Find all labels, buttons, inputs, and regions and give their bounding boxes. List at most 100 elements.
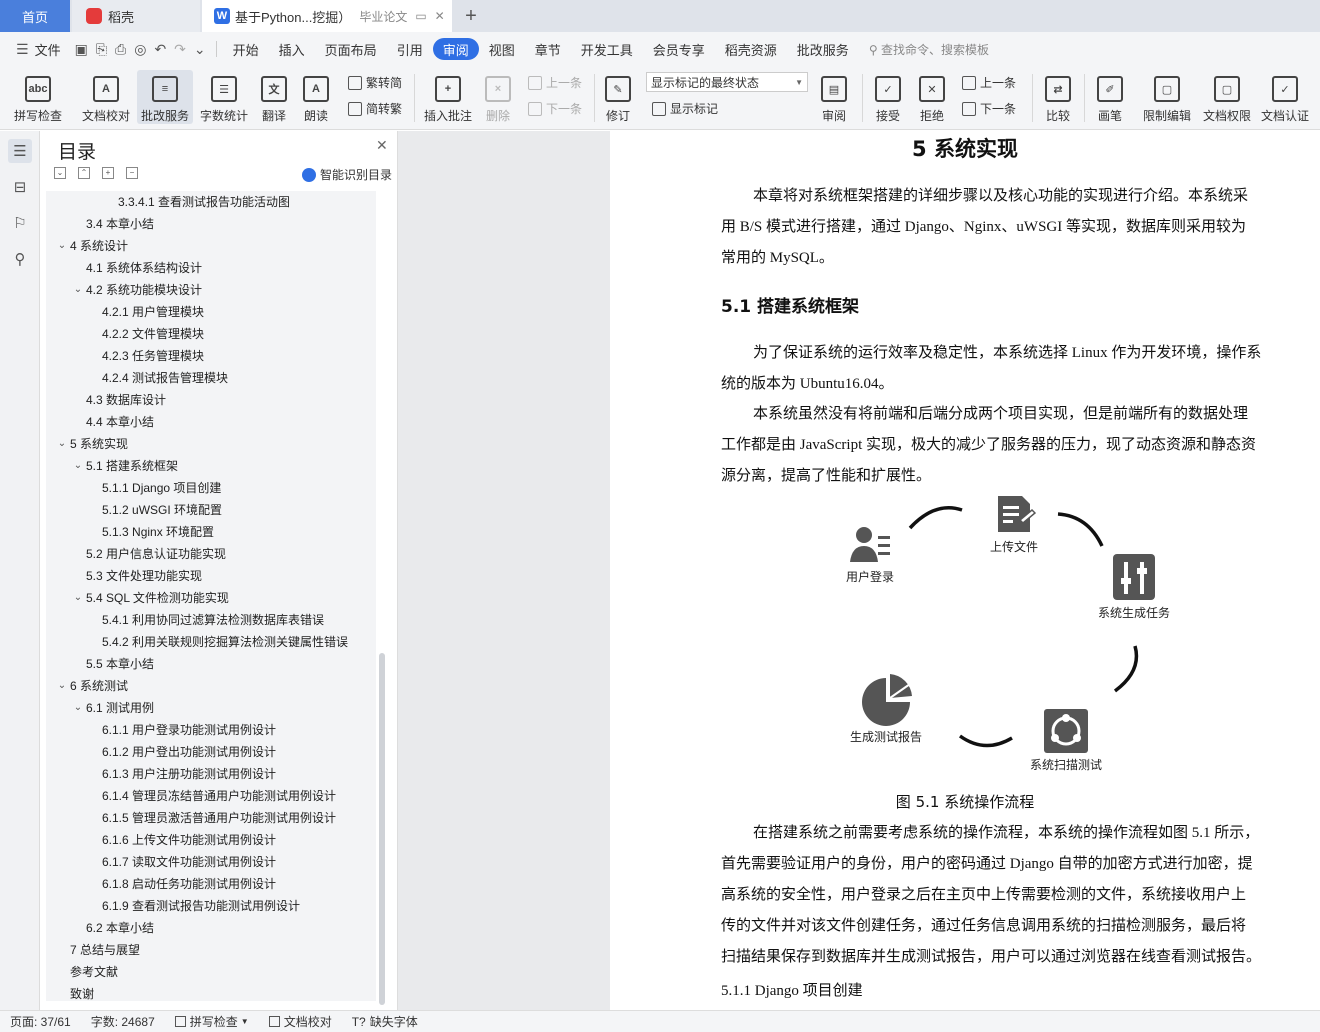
toc-item[interactable]: 5.4.1 利用协同过滤算法检测数据库表错误	[46, 609, 376, 631]
word-count-button[interactable]: ☰ 字数统计	[198, 70, 250, 124]
prev-change-button[interactable]: 上一条	[962, 74, 1016, 91]
export-icon[interactable]: ⎘	[92, 41, 111, 58]
toc-item[interactable]: 4.1 系统体系结构设计	[46, 257, 376, 279]
menu-dev-tools[interactable]: 开发工具	[571, 38, 643, 60]
toc-item[interactable]: 6.1.8 启动任务功能测试用例设计	[46, 873, 376, 895]
expand-chevron-icon[interactable]: ⌄	[72, 697, 84, 719]
toc-item[interactable]: 4.2.2 文件管理模块	[46, 323, 376, 345]
print-icon[interactable]: ⎙	[111, 41, 130, 58]
toc-item[interactable]: 4.2.3 任务管理模块	[46, 345, 376, 367]
redo-icon[interactable]: ↷	[170, 41, 190, 58]
toc-item[interactable]: 5.4.2 利用关联规则挖掘算法检测关键属性错误	[46, 631, 376, 653]
word-count-indicator[interactable]: 字数: 24687	[81, 1013, 165, 1030]
tab-docer[interactable]: 稻壳	[72, 0, 200, 32]
toc-item[interactable]: 6.1.9 查看测试报告功能测试用例设计	[46, 895, 376, 917]
compare-button[interactable]: ⇄ 比较	[1040, 70, 1076, 124]
bookmark-icon[interactable]: ⚐	[8, 211, 32, 235]
expand-chevron-icon[interactable]: ⌄	[72, 455, 84, 477]
customize-icon[interactable]: ⌄	[190, 41, 210, 58]
translate-button[interactable]: 文翻译	[256, 70, 292, 124]
tab-document[interactable]: W 基于Python...挖掘） 毕业论文 ▭ ✕	[202, 0, 452, 32]
toc-item[interactable]: 7 总结与展望	[46, 939, 376, 961]
new-tab-button[interactable]: +	[458, 0, 484, 32]
toc-item[interactable]: 4.2.4 测试报告管理模块	[46, 367, 376, 389]
proofread-button[interactable]: A 文档校对	[78, 70, 134, 124]
toc-item[interactable]: 6.1.4 管理员冻结普通用户功能测试用例设计	[46, 785, 376, 807]
toc-item[interactable]: 4.4 本章小结	[46, 411, 376, 433]
menu-references[interactable]: 引用	[387, 38, 433, 60]
expand-chevron-icon[interactable]: ⌄	[56, 675, 68, 697]
toc-item[interactable]: 6.1.1 用户登录功能测试用例设计	[46, 719, 376, 741]
expand-up-icon[interactable]: ⌃	[78, 167, 90, 179]
toc-item[interactable]: 致谢	[46, 983, 376, 1001]
toc-item[interactable]: 6.1.6 上传文件功能测试用例设计	[46, 829, 376, 851]
toc-item[interactable]: 5.5 本章小结	[46, 653, 376, 675]
toc-item[interactable]: 5.3 文件处理功能实现	[46, 565, 376, 587]
next-change-button[interactable]: 下一条	[962, 100, 1016, 117]
document-page[interactable]: 5 系统实现 本章将对系统框架搭建的详细步骤以及核心功能的实现进行介绍。本系统采…	[610, 131, 1320, 1010]
monitor-icon[interactable]: ▭	[415, 9, 426, 23]
save-icon[interactable]: ▣	[71, 41, 92, 58]
review-pane-button[interactable]: ▤ 审阅	[816, 70, 852, 124]
toc-item[interactable]: ⌄ 6.1 测试用例	[46, 697, 376, 719]
missing-font-button[interactable]: T? 缺失字体	[342, 1013, 428, 1030]
next-comment-button[interactable]: 下一条	[528, 100, 582, 117]
expand-chevron-icon[interactable]: ⌄	[56, 235, 68, 257]
toc-item[interactable]: ⌄ 4 系统设计	[46, 235, 376, 257]
proofread-toggle[interactable]: 文档校对	[259, 1013, 342, 1030]
toc-item[interactable]: 3.4 本章小结	[46, 213, 376, 235]
show-markup-button[interactable]: 显示标记	[652, 100, 718, 117]
collapse-all-icon[interactable]: ⌄	[54, 167, 66, 179]
close-icon[interactable]: ✕	[376, 137, 388, 154]
toc-item[interactable]: 3.3.4.1 查看测试报告功能活动图	[46, 191, 376, 213]
toc-item[interactable]: 5.1.2 uWSGI 环境配置	[46, 499, 376, 521]
page-indicator[interactable]: 页面: 37/61	[0, 1013, 81, 1030]
preview-icon[interactable]: ◎	[130, 41, 150, 58]
reject-button[interactable]: ✕ 拒绝	[914, 70, 950, 124]
toc-item[interactable]: 6.1.7 读取文件功能测试用例设计	[46, 851, 376, 873]
expand-chevron-icon[interactable]: ⌄	[72, 279, 84, 301]
add-heading-icon[interactable]: +	[102, 167, 114, 179]
delete-comment-button[interactable]: × 删除	[480, 70, 516, 124]
toc-item[interactable]: 4.2.1 用户管理模块	[46, 301, 376, 323]
document-permission-button[interactable]: ▢ 文档权限	[1200, 70, 1254, 124]
document-certify-button[interactable]: ✓ 文档认证	[1258, 70, 1312, 124]
toc-item[interactable]: 6.1.5 管理员激活普通用户功能测试用例设计	[46, 807, 376, 829]
simp-to-trad-button[interactable]: 简转繁	[348, 100, 402, 117]
toc-scrollbar[interactable]	[379, 653, 385, 1005]
prev-comment-button[interactable]: 上一条	[528, 74, 582, 91]
menu-docer-resources[interactable]: 稻壳资源	[715, 38, 787, 60]
expand-chevron-icon[interactable]: ⌄	[72, 587, 84, 609]
expand-chevron-icon[interactable]: ⌄	[56, 433, 68, 455]
close-tab-icon[interactable]: ✕	[435, 9, 445, 23]
toc-item[interactable]: 5.1.3 Nginx 环境配置	[46, 521, 376, 543]
toc-icon[interactable]: ☰	[8, 139, 32, 163]
menu-review-service[interactable]: 批改服务	[787, 38, 859, 60]
toc-item[interactable]: ⌄ 5 系统实现	[46, 433, 376, 455]
toc-item[interactable]: 参考文献	[46, 961, 376, 983]
toc-item[interactable]: 6.1.2 用户登出功能测试用例设计	[46, 741, 376, 763]
tab-home[interactable]: 首页	[0, 0, 70, 32]
trad-to-simp-button[interactable]: 繁转简	[348, 74, 402, 91]
toc-item[interactable]: ⌄ 5.4 SQL 文件检测功能实现	[46, 587, 376, 609]
pen-button[interactable]: ✐ 画笔	[1092, 70, 1128, 124]
insert-comment-button[interactable]: + 插入批注	[422, 70, 474, 124]
spell-check-toggle[interactable]: 拼写检查 ▼	[165, 1013, 259, 1030]
menu-chapter[interactable]: 章节	[525, 38, 571, 60]
remove-heading-icon[interactable]: −	[126, 167, 138, 179]
hamburger-icon[interactable]: ☰	[12, 41, 33, 58]
toc-item[interactable]: 6.2 本章小结	[46, 917, 376, 939]
toc-item[interactable]: ⌄ 6 系统测试	[46, 675, 376, 697]
menu-insert[interactable]: 插入	[269, 38, 315, 60]
toc-item[interactable]: 4.3 数据库设计	[46, 389, 376, 411]
menu-review[interactable]: 审阅	[432, 38, 479, 60]
read-aloud-button[interactable]: A 朗读	[298, 70, 334, 124]
undo-icon[interactable]: ↶	[150, 41, 170, 58]
restrict-editing-button[interactable]: ▢ 限制编辑	[1140, 70, 1194, 124]
toc-item[interactable]: ⌄ 4.2 系统功能模块设计	[46, 279, 376, 301]
chapter-nav-icon[interactable]: ⊟	[8, 175, 32, 199]
spell-check-button[interactable]: abc 拼写检查	[10, 70, 66, 124]
menu-start[interactable]: 开始	[223, 38, 269, 60]
menu-view[interactable]: 视图	[479, 38, 525, 60]
toc-item[interactable]: 5.1.1 Django 项目创建	[46, 477, 376, 499]
